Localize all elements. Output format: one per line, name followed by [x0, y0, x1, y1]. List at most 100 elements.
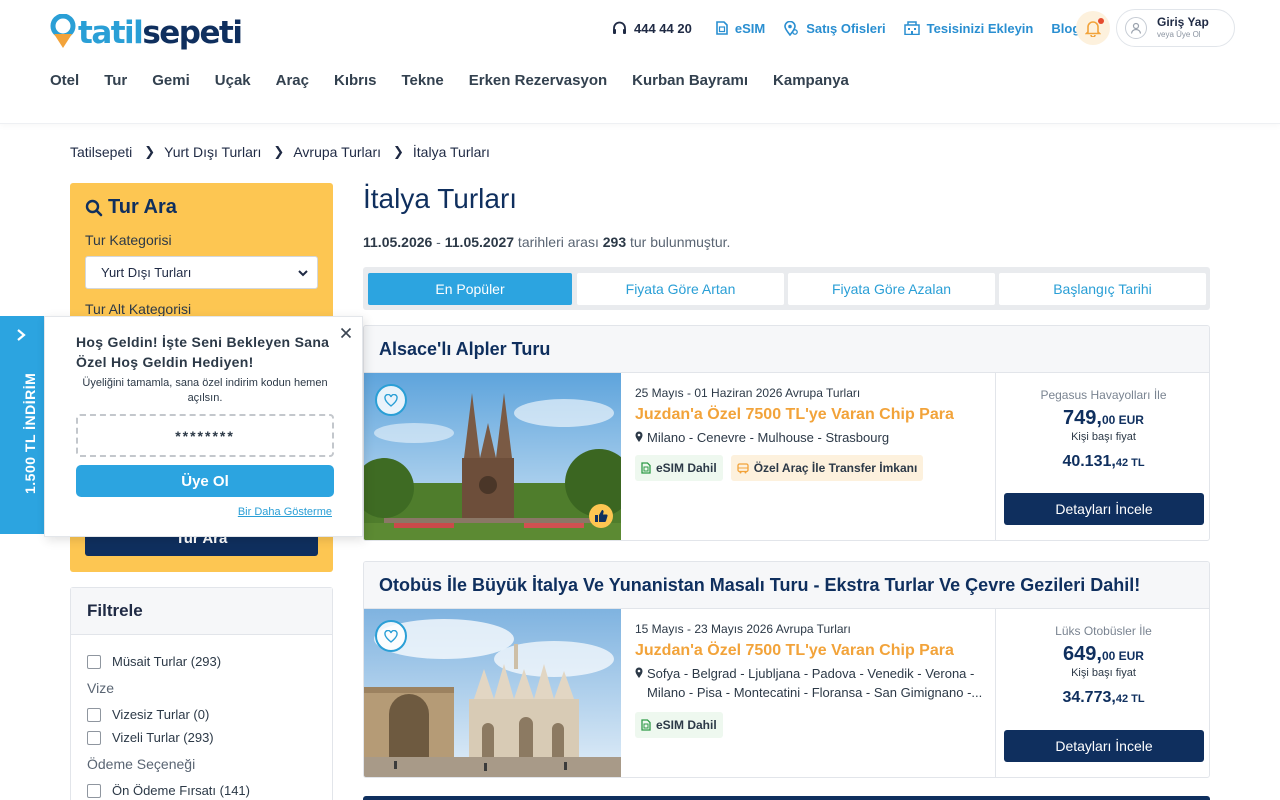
tour-title[interactable]: Alsace'lı Alpler Turu — [364, 326, 1209, 373]
price-eur-int: 649, — [1063, 643, 1102, 665]
esim-link[interactable]: eSIM — [716, 21, 765, 36]
logo-pin-icon — [50, 13, 76, 50]
price-eur: 649,00 EUR — [996, 643, 1209, 666]
filter-musait-label: Müsait Turlar (293) — [112, 654, 222, 669]
phone-link[interactable]: 444 44 20 — [612, 21, 692, 36]
nav-item-ucak[interactable]: Uçak — [215, 72, 251, 89]
tour-date: 15 Mayıs - 23 Mayıs 2026 Avrupa Turları — [635, 622, 851, 636]
add-facility-link[interactable]: Tesisinizi Ekleyin — [903, 21, 1033, 36]
notification-dot — [1098, 18, 1104, 24]
filter-on-odeme-label: Ön Ödeme Fırsatı (141) — [112, 783, 250, 798]
site-logo[interactable]: tatilsepeti — [50, 8, 243, 51]
tour-route-line1: Sofya - Belgrad - Ljubljana - Padova - V… — [647, 666, 975, 681]
map-pin-icon — [635, 667, 643, 678]
checkbox[interactable] — [87, 707, 101, 722]
filter-group-odeme: Ödeme Seçeneği — [87, 756, 196, 772]
nav-item-kurban-bayrami[interactable]: Kurban Bayramı — [632, 72, 748, 89]
price-eur-int: 749, — [1063, 407, 1102, 429]
filter-vizesiz[interactable]: Vizesiz Turlar (0) — [87, 707, 209, 722]
sort-tab-popular[interactable]: En Popüler — [368, 273, 572, 305]
sales-offices-link[interactable]: Satış Ofisleri — [783, 20, 886, 36]
favorite-button[interactable] — [375, 384, 407, 416]
filter-musait[interactable]: Müsait Turlar (293) — [87, 654, 221, 669]
nav-item-arac[interactable]: Araç — [276, 72, 309, 89]
sort-tab-price-desc[interactable]: Fiyata Göre Azalan — [788, 273, 995, 305]
date-to: 11.05.2027 — [444, 234, 515, 250]
tour-title[interactable]: Otobüs İle Büyük İtalya Ve Yunanistan Ma… — [364, 562, 1209, 609]
close-icon[interactable] — [340, 327, 352, 339]
sim-card-icon — [716, 21, 728, 35]
heart-icon — [384, 629, 398, 643]
tour-image[interactable] — [364, 373, 621, 540]
category-select[interactable]: Yurt Dışı Turları — [85, 256, 318, 289]
tour-image[interactable] — [364, 609, 621, 777]
favorite-button[interactable] — [375, 620, 407, 652]
breadcrumb-item-home[interactable]: Tatilsepeti — [70, 144, 132, 160]
price-tl-int: 34.773, — [1062, 689, 1116, 706]
filter-on-odeme[interactable]: Ön Ödeme Fırsatı (141) — [87, 783, 250, 798]
nav-item-kampanya[interactable]: Kampanya — [773, 72, 849, 89]
sim-card-icon — [641, 719, 651, 731]
tour-card: Otobüs İle Büyük İtalya Ve Yunanistan Ma… — [363, 561, 1210, 778]
badge-private-transfer: Özel Araç İle Transfer İmkanı — [730, 455, 924, 481]
chevron-right-icon: ❯ — [273, 144, 285, 159]
checkbox[interactable] — [87, 730, 101, 745]
filter-vizesiz-label: Vizesiz Turlar (0) — [112, 707, 210, 722]
price-tl: 34.773,42 TL — [996, 689, 1209, 707]
breadcrumb-item-avrupa[interactable]: Avrupa Turları — [293, 144, 381, 160]
breadcrumb-item-italya[interactable]: İtalya Turları — [413, 144, 490, 160]
result-count: 293 — [602, 234, 627, 250]
category-select-value: Yurt Dışı Turları — [101, 265, 192, 280]
nav-item-tur[interactable]: Tur — [104, 72, 127, 89]
logo-text-part2: sepeti — [142, 15, 243, 51]
sim-card-icon — [641, 462, 651, 474]
popup-title: Hoş Geldin! İşte Seni Bekleyen Sana Özel… — [76, 334, 330, 370]
checkbox[interactable] — [87, 783, 101, 798]
discount-side-tab[interactable]: 1.500 TL İNDİRİM — [0, 316, 44, 534]
popup-description: Üyeliğini tamamla, sana özel indirim kod… — [82, 377, 328, 404]
breadcrumb-item-yurt-disi[interactable]: Yurt Dışı Turları — [164, 144, 261, 160]
result-summary: 11.05.2026 - 11.05.2027 tarihleri arası … — [363, 234, 730, 250]
logo-text-part1: tatil — [78, 15, 144, 51]
category-label: Tur Kategorisi — [85, 232, 172, 248]
badge-private-transfer-label: Özel Araç İle Transfer İmkanı — [753, 461, 918, 475]
nav-item-gemi[interactable]: Gemi — [152, 72, 190, 89]
date-from: 11.05.2026 — [363, 234, 433, 250]
filter-vizeli[interactable]: Vizeli Turlar (293) — [87, 730, 214, 745]
tour-date: 25 Mayıs - 01 Haziran 2026 Avrupa Turlar… — [635, 386, 861, 400]
phone-number: 444 44 20 — [634, 20, 692, 36]
filter-group-vize: Vize — [87, 680, 114, 696]
nav-item-kibris[interactable]: Kıbrıs — [334, 72, 377, 89]
sort-tab-start-date[interactable]: Başlangıç Tarihi — [999, 273, 1206, 305]
sales-offices-label: Satış Ofisleri — [806, 20, 886, 36]
tour-route: Milano - Cenevre - Mulhouse - Strasbourg — [635, 428, 985, 447]
tour-search-heading: Tur Ara — [85, 196, 177, 219]
login-button[interactable]: Giriş Yap veya Üye Ol — [1116, 9, 1235, 47]
chevron-down-icon — [298, 270, 308, 277]
details-button[interactable]: Detayları İncele — [1004, 493, 1204, 525]
signup-button[interactable]: Üye Ol — [76, 465, 334, 497]
notifications-button[interactable] — [1076, 11, 1110, 45]
nav-item-otel[interactable]: Otel — [50, 72, 79, 89]
details-button[interactable]: Detayları İncele — [1004, 730, 1204, 762]
checkbox[interactable] — [87, 654, 101, 669]
welcome-popup: Hoş Geldin! İşte Seni Bekleyen Sana Özel… — [44, 316, 363, 537]
thumbs-up-icon — [589, 504, 613, 528]
tour-price-box: Pegasus Havayolları İle 749,00 EUR Kişi … — [995, 373, 1209, 540]
tour-promo[interactable]: Juzdan'a Özel 7500 TL'ye Varan Chip Para — [635, 639, 985, 663]
nav-item-erken-rezervasyon[interactable]: Erken Rezervasyon — [469, 72, 607, 89]
tour-badges: eSIM Dahil Özel Araç İle Transfer İmkanı — [635, 455, 985, 481]
dont-show-again-link[interactable]: Bir Daha Gösterme — [238, 506, 332, 518]
tour-route: Sofya - Belgrad - Ljubljana - Padova - V… — [635, 664, 985, 702]
chevron-right-icon: ❯ — [393, 144, 404, 159]
sort-tab-price-asc[interactable]: Fiyata Göre Artan — [577, 273, 784, 305]
price-eur-dec: 00 EUR — [1101, 649, 1144, 663]
nav-item-tekne[interactable]: Tekne — [402, 72, 444, 89]
tour-info: 25 Mayıs - 01 Haziran 2026 Avrupa Turlar… — [635, 385, 985, 481]
location-search-icon — [784, 20, 799, 36]
chevron-right-icon — [17, 329, 26, 341]
login-subtitle: veya Üye Ol — [1157, 30, 1201, 39]
page-title: İtalya Turları — [363, 183, 518, 214]
user-icon — [1125, 17, 1147, 39]
tour-promo[interactable]: Juzdan'a Özel 7500 TL'ye Varan Chip Para — [635, 403, 985, 427]
